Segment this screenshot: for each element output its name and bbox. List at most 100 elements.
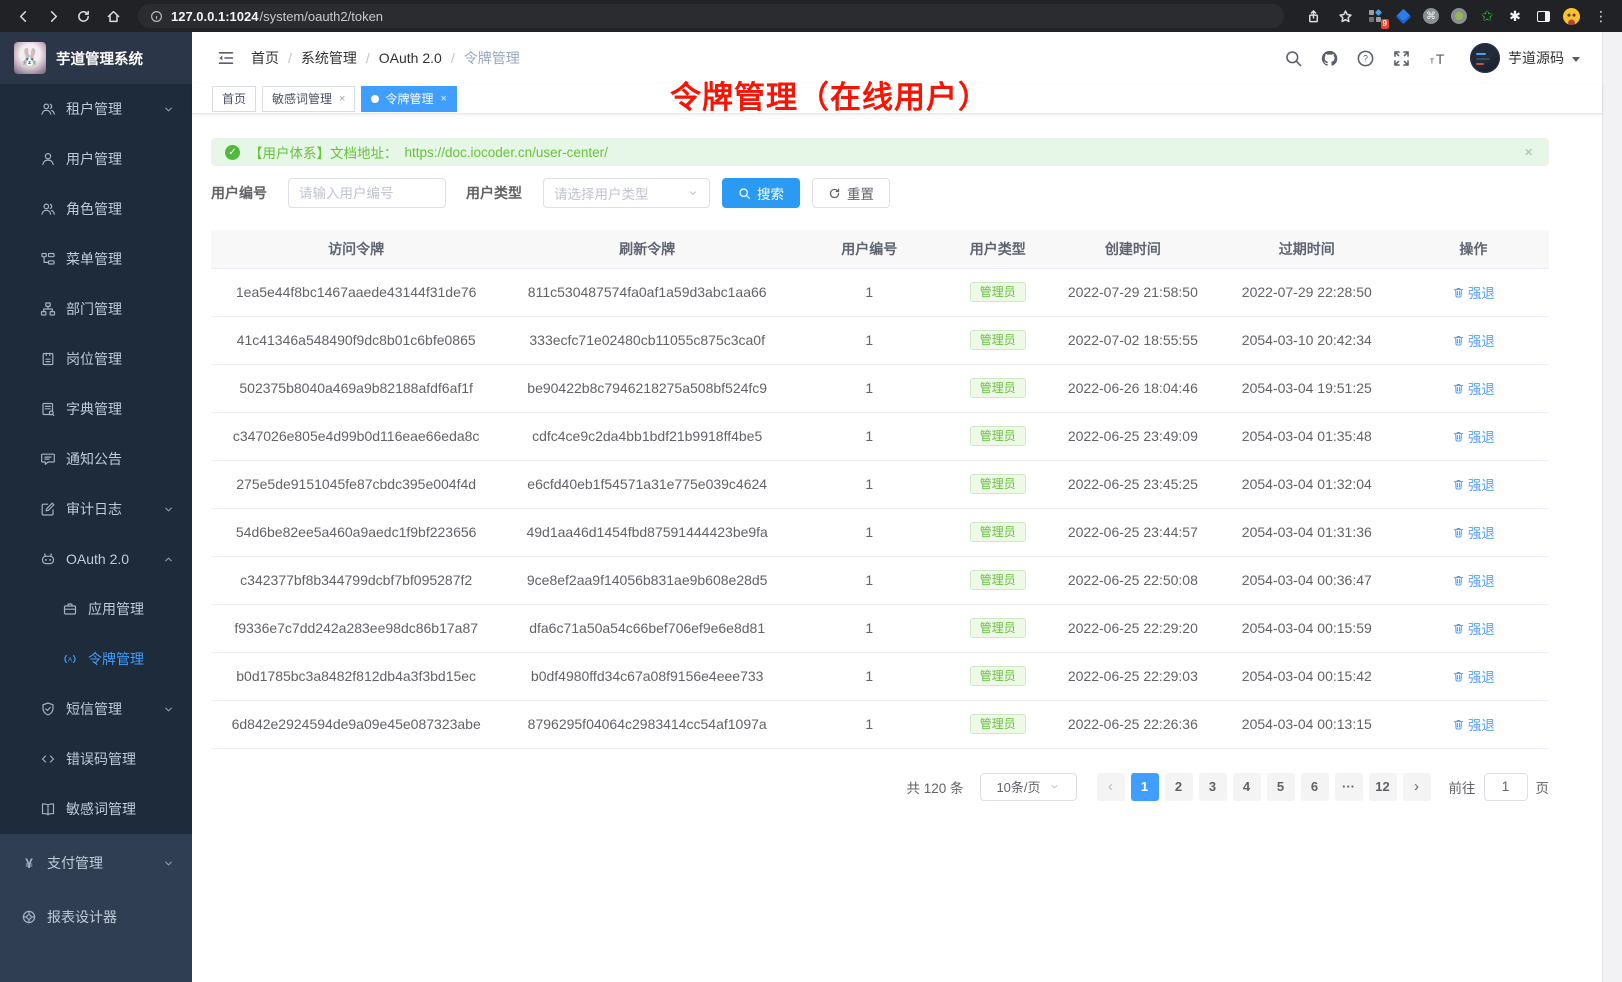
doc-link[interactable]: https://doc.iocoder.cn/user-center/ — [405, 145, 608, 160]
sidebar-item-label: 字典管理 — [66, 399, 122, 419]
force-logout-button[interactable]: 强退 — [1452, 378, 1495, 398]
cell-user-type: 管理员 — [946, 556, 1050, 604]
table-header-row: 访问令牌刷新令牌用户编号用户类型创建时间过期时间操作 — [211, 230, 1549, 268]
page-button-6[interactable]: 6 — [1301, 773, 1329, 801]
force-logout-button[interactable]: 强退 — [1452, 522, 1495, 542]
cell-user-type: 管理员 — [946, 364, 1050, 412]
page-button-12[interactable]: 12 — [1369, 773, 1397, 801]
sidebar-item-label: 通知公告 — [66, 449, 122, 469]
extension-record-icon[interactable] — [1450, 7, 1468, 25]
sidebar-item-sms[interactable]: 短信管理 — [0, 684, 192, 734]
url-bar[interactable]: 127.0.0.1:1024/system/oauth2/token — [138, 4, 1284, 28]
tab-sensitive-word[interactable]: 敏感词管理× — [262, 86, 355, 112]
sidebar-item-user[interactable]: 用户管理 — [0, 134, 192, 184]
force-logout-button[interactable]: 强退 — [1452, 330, 1495, 350]
browser-scrollbar[interactable] — [1602, 32, 1622, 982]
user-name: 芋道源码 — [1508, 48, 1564, 68]
bookmark-star-icon[interactable] — [1334, 5, 1356, 27]
page-size-select[interactable]: 10条/页 — [980, 773, 1077, 801]
site-info-icon[interactable] — [150, 10, 163, 23]
cell-refresh-token: cdfc4ce9c2da4bb1bdf21b9918ff4be5 — [501, 412, 793, 460]
page-button-3[interactable]: 3 — [1199, 773, 1227, 801]
browser-back-icon[interactable] — [10, 3, 36, 29]
token-icon: A — [62, 651, 78, 667]
page-button-2[interactable]: 2 — [1165, 773, 1193, 801]
sidebar-item-sensitive-word[interactable]: 敏感词管理 — [0, 784, 192, 834]
sidebar-item-dict[interactable]: 字典管理 — [0, 384, 192, 434]
next-page-button[interactable]: › — [1403, 773, 1431, 801]
user-type-select[interactable]: 请选择用户类型 — [543, 178, 710, 208]
breadcrumb-system[interactable]: 系统管理 — [301, 48, 357, 68]
sidebar-item-pay[interactable]: ¥支付管理 — [0, 836, 192, 890]
force-logout-button[interactable]: 强退 — [1452, 426, 1495, 446]
sidebar-item-notice[interactable]: 通知公告 — [0, 434, 192, 484]
tab-token[interactable]: 令牌管理× — [361, 86, 456, 112]
sidebar-item-menu[interactable]: 菜单管理 — [0, 234, 192, 284]
extension-command-icon[interactable]: ⌘ — [1422, 7, 1440, 25]
cell-access-token: 502375b8040a469a9b82188afdf6af1f — [211, 364, 501, 412]
page-button-4[interactable]: 4 — [1233, 773, 1261, 801]
svg-text:т: т — [1430, 55, 1435, 66]
breadcrumb-home[interactable]: 首页 — [251, 48, 279, 68]
browser-home-icon[interactable] — [100, 3, 126, 29]
alert-close-icon[interactable]: × — [1524, 144, 1533, 161]
extension-tampermonkey-icon[interactable]: 9 — [1366, 7, 1384, 25]
sidebar-item-oauth2-token[interactable]: A令牌管理 — [0, 634, 192, 684]
table-body: 1ea5e44f8bc1467aaede43144f31de76811c5304… — [211, 268, 1549, 748]
sidebar-item-error-code[interactable]: 错误码管理 — [0, 734, 192, 784]
sidebar-item-label: 报表设计器 — [47, 907, 117, 927]
force-logout-button[interactable]: 强退 — [1452, 474, 1495, 494]
force-logout-button[interactable]: 强退 — [1452, 282, 1495, 302]
extension-green-star-icon[interactable]: ✩ — [1478, 7, 1496, 25]
page-button-5[interactable]: 5 — [1267, 773, 1295, 801]
search-icon[interactable] — [1284, 49, 1303, 68]
help-icon[interactable]: ? — [1356, 49, 1375, 68]
sidebar-menu-bottom: ¥支付管理报表设计器 — [0, 834, 192, 982]
font-size-icon[interactable]: тT — [1428, 49, 1447, 68]
sidebar-item-audit-log[interactable]: 审计日志 — [0, 484, 192, 534]
breadcrumb-separator: / — [451, 50, 455, 66]
close-icon[interactable]: × — [440, 93, 446, 105]
force-logout-button[interactable]: 强退 — [1452, 570, 1495, 590]
user-menu[interactable]: 芋道源码 — [1470, 43, 1580, 73]
fullscreen-icon[interactable] — [1392, 49, 1411, 68]
sidebar-item-role[interactable]: 角色管理 — [0, 184, 192, 234]
profile-avatar-icon[interactable] — [1562, 7, 1580, 25]
sidebar-item-oauth2-app[interactable]: 应用管理 — [0, 584, 192, 634]
column-header: 刷新令牌 — [501, 230, 793, 268]
force-logout-button[interactable]: 强退 — [1452, 666, 1495, 686]
browser-menu-icon[interactable]: ⋮ — [1590, 5, 1612, 27]
force-logout-button[interactable]: 强退 — [1452, 618, 1495, 638]
sidebar-item-report-designer[interactable]: 报表设计器 — [0, 890, 192, 944]
page-button-1[interactable]: 1 — [1131, 773, 1159, 801]
goto-page-input[interactable] — [1484, 773, 1528, 801]
browser-sidebar-icon[interactable] — [1534, 7, 1552, 25]
app-logo[interactable]: 🐰 芋道管理系统 — [0, 32, 192, 84]
browser-forward-icon[interactable] — [40, 3, 66, 29]
user-id-input[interactable] — [288, 178, 446, 208]
page-ellipsis[interactable]: ··· — [1335, 773, 1363, 801]
user-type-badge: 管理员 — [970, 378, 1026, 398]
search-button[interactable]: 搜索 — [722, 178, 800, 208]
reset-button[interactable]: 重置 — [812, 178, 890, 208]
sms-icon — [40, 701, 56, 717]
sidebar-item-oauth2[interactable]: OAuth 2.0 — [0, 534, 192, 584]
sidebar-item-dept[interactable]: 部门管理 — [0, 284, 192, 334]
cell-access-token: 1ea5e44f8bc1467aaede43144f31de76 — [211, 268, 501, 316]
share-icon[interactable] — [1302, 5, 1324, 27]
breadcrumb-oauth[interactable]: OAuth 2.0 — [379, 50, 442, 66]
extension-pinwheel-icon[interactable]: ✱ — [1506, 7, 1524, 25]
cell-actions: 强退 — [1398, 604, 1549, 652]
github-icon[interactable] — [1320, 49, 1339, 68]
sidebar-item-tenant[interactable]: 租户管理 — [0, 84, 192, 134]
sidebar-item-label: 应用管理 — [88, 599, 144, 619]
prev-page-button[interactable]: ‹ — [1097, 773, 1125, 801]
sidebar-collapse-icon[interactable] — [217, 50, 235, 66]
cell-user-id: 1 — [793, 556, 946, 604]
extension-gem-icon[interactable] — [1394, 7, 1412, 25]
close-icon[interactable]: × — [339, 93, 345, 105]
force-logout-button[interactable]: 强退 — [1452, 714, 1495, 734]
tab-home[interactable]: 首页 — [212, 86, 256, 112]
browser-reload-icon[interactable] — [70, 3, 96, 29]
sidebar-item-post[interactable]: 岗位管理 — [0, 334, 192, 384]
